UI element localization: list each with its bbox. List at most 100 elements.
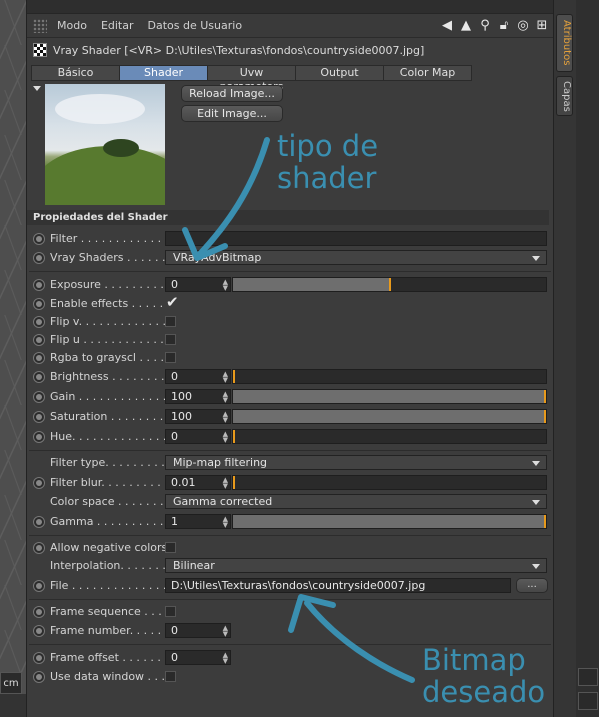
animate-radio[interactable]	[33, 652, 45, 664]
gain-slider[interactable]	[232, 389, 547, 404]
row-flip-v: Flip v. . . . . . . . . . . . . .	[27, 314, 554, 330]
file-label: File . . . . . . . . . . . . . . .	[50, 579, 166, 592]
animate-radio[interactable]	[33, 411, 45, 423]
arrow-up-icon[interactable]: ▲	[459, 18, 473, 33]
tab-basico[interactable]: Básico	[31, 65, 120, 81]
reload-image-button[interactable]: Reload Image...	[181, 85, 283, 102]
tab-shader[interactable]: Shader	[119, 65, 208, 81]
gain-label: Gain . . . . . . . . . . . . . .	[50, 390, 166, 403]
flip-v-checkbox[interactable]	[165, 316, 176, 327]
saturation-input[interactable]: 100 ▲ ▼	[165, 409, 231, 424]
viewport-background	[0, 0, 26, 717]
animate-radio[interactable]	[33, 580, 45, 592]
menu-editar[interactable]: Editar	[101, 19, 134, 32]
lock-icon[interactable]: 🔓︎	[497, 18, 511, 33]
row-saturation: Saturation . . . . . . . . . 100 ▲ ▼	[27, 409, 554, 425]
animate-radio[interactable]	[33, 352, 45, 364]
animate-radio[interactable]	[33, 477, 45, 489]
enable-effects-checkbox[interactable]: ✔	[166, 293, 179, 311]
shader-checker-icon	[33, 43, 47, 57]
row-gain: Gain . . . . . . . . . . . . . . 100 ▲ ▼	[27, 389, 554, 405]
panel-top-strip	[27, 0, 553, 14]
gain-input[interactable]: 100 ▲ ▼	[165, 389, 231, 404]
search-icon[interactable]: ⚲	[478, 18, 492, 33]
preview-collapse-icon[interactable]	[33, 86, 41, 91]
color-space-dropdown[interactable]: Gamma corrected	[165, 494, 547, 509]
shader-title: Vray Shader [<VR> D:\Utiles\Texturas\fon…	[53, 43, 425, 57]
animate-radio[interactable]	[33, 371, 45, 383]
interpolation-label: Interpolation. . . . . . . .	[50, 559, 166, 572]
brightness-input[interactable]: 0 ▲ ▼	[165, 369, 231, 384]
frame-number-label: Frame number. . . . . . .	[50, 624, 166, 637]
animate-radio[interactable]	[33, 316, 45, 328]
frame-sequence-checkbox[interactable]	[165, 606, 176, 617]
tab-capas[interactable]: Capas	[556, 76, 573, 116]
edit-image-button[interactable]: Edit Image...	[181, 105, 283, 122]
menu-datos-usuario[interactable]: Datos de Usuario	[148, 19, 243, 32]
gamma-input[interactable]: 1 ▲ ▼	[165, 514, 231, 529]
hue-input[interactable]: 0 ▲ ▼	[165, 429, 231, 444]
row-exposure: Exposure . . . . . . . . . . 0 ▲ ▼	[27, 277, 554, 293]
flip-u-checkbox[interactable]	[165, 334, 176, 345]
row-enable-effects: Enable effects . . . . . . . ✔	[27, 293, 554, 312]
divider	[29, 271, 551, 272]
rgba-grayscale-checkbox[interactable]	[165, 352, 176, 363]
row-allow-negative: Allow negative colors	[27, 540, 554, 556]
brightness-slider[interactable]	[232, 369, 547, 384]
enable-effects-label: Enable effects . . . . . . .	[50, 297, 166, 310]
hue-slider[interactable]	[232, 429, 547, 444]
tab-color-map[interactable]: Color Map	[383, 65, 472, 81]
grip-icon[interactable]	[33, 18, 47, 33]
row-brightness: Brightness . . . . . . . . . 0 ▲ ▼	[27, 369, 554, 385]
animate-radio[interactable]	[33, 298, 45, 310]
rgba-grayscale-label: Rgba to grayscl . . . . .	[50, 351, 166, 364]
allow-negative-label: Allow negative colors	[50, 541, 168, 554]
browse-file-button[interactable]: ...	[516, 578, 548, 593]
frame-offset-label: Frame offset . . . . . . .	[50, 651, 166, 664]
right-sidebar: Atributos Capas	[553, 0, 599, 717]
tab-output[interactable]: Output	[295, 65, 384, 81]
sidebar-control[interactable]	[578, 692, 598, 710]
saturation-slider[interactable]	[232, 409, 547, 424]
menu-modo[interactable]: Modo	[57, 19, 87, 32]
filter-type-dropdown[interactable]: Mip-map filtering	[165, 455, 547, 470]
filter-blur-input[interactable]: 0.01 ▲ ▼	[165, 475, 231, 490]
arrow-left-icon[interactable]: ◀	[440, 18, 454, 33]
gamma-slider[interactable]	[232, 514, 547, 529]
target-icon[interactable]: ◎	[516, 18, 530, 33]
animate-radio[interactable]	[33, 252, 45, 264]
exposure-slider[interactable]	[232, 277, 547, 292]
use-data-window-checkbox[interactable]	[165, 671, 176, 682]
animate-radio[interactable]	[33, 233, 45, 245]
row-vray-shaders: Vray Shaders . . . . . . . VRayAdvBitmap	[27, 250, 554, 266]
tab-atributos[interactable]: Atributos	[556, 14, 573, 72]
viewport-bottom-bar	[0, 694, 26, 717]
flip-v-label: Flip v. . . . . . . . . . . . . .	[50, 315, 166, 328]
filter-blur-slider[interactable]	[232, 475, 547, 490]
allow-negative-checkbox[interactable]	[165, 542, 176, 553]
animate-radio[interactable]	[33, 516, 45, 528]
animate-radio[interactable]	[33, 671, 45, 683]
animate-radio[interactable]	[33, 279, 45, 291]
section-title: Propiedades del Shader	[27, 210, 549, 225]
frame-offset-input[interactable]: 0 ▲ ▼	[165, 650, 231, 665]
exposure-input[interactable]: 0 ▲ ▼	[165, 277, 231, 292]
animate-radio[interactable]	[33, 334, 45, 346]
row-hue: Hue. . . . . . . . . . . . . . . . 0▲▼	[27, 429, 554, 445]
animate-radio[interactable]	[33, 431, 45, 443]
filter-label: Filter . . . . . . . . . . . . .	[50, 232, 166, 245]
animate-radio[interactable]	[33, 391, 45, 403]
tab-uvw-parameters[interactable]: Uvw parameters	[207, 65, 296, 93]
sidebar-control[interactable]	[578, 668, 598, 686]
frame-number-input[interactable]: 0 ▲ ▼	[165, 623, 231, 638]
interpolation-dropdown[interactable]: Bilinear	[165, 558, 547, 573]
animate-radio[interactable]	[33, 542, 45, 554]
annotation-shader-type: tipo de shader	[277, 129, 379, 195]
gamma-label: Gamma . . . . . . . . . . . .	[50, 515, 166, 528]
attributes-panel: Modo Editar Datos de Usuario ◀ ▲ ⚲ 🔓︎ ◎ …	[26, 0, 553, 717]
animate-radio[interactable]	[33, 625, 45, 637]
use-data-window-label: Use data window . . . .	[50, 670, 166, 683]
animate-radio[interactable]	[33, 606, 45, 618]
add-icon[interactable]: ⊞	[535, 18, 549, 33]
tab-bar: Básico Shader Uvw parameters Output Colo…	[31, 65, 472, 93]
